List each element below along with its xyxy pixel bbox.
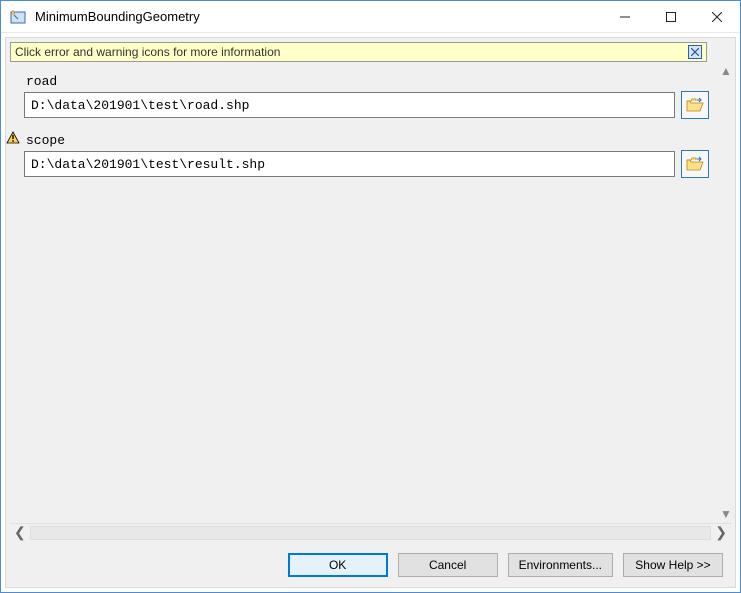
info-bar-close-button[interactable] bbox=[688, 45, 702, 59]
button-bar: OK Cancel Environments... Show Help >> bbox=[6, 545, 735, 587]
window-title: MinimumBoundingGeometry bbox=[35, 9, 602, 24]
param-label-road: road bbox=[24, 74, 709, 89]
browse-road-button[interactable] bbox=[681, 91, 709, 119]
info-bar: Click error and warning icons for more i… bbox=[10, 42, 707, 62]
ok-button[interactable]: OK bbox=[288, 553, 388, 577]
dialog-window: MinimumBoundingGeometry Click error and … bbox=[0, 0, 741, 593]
param-road: road bbox=[24, 74, 709, 119]
road-input[interactable] bbox=[24, 92, 675, 118]
info-bar-text: Click error and warning icons for more i… bbox=[15, 45, 688, 59]
param-row bbox=[24, 150, 709, 178]
titlebar: MinimumBoundingGeometry bbox=[1, 1, 740, 33]
content-area: Click error and warning icons for more i… bbox=[5, 37, 736, 588]
param-scope: scope bbox=[24, 133, 709, 178]
scroll-right-icon: ❯ bbox=[715, 524, 727, 541]
window-controls bbox=[602, 1, 740, 32]
browse-scope-button[interactable] bbox=[681, 150, 709, 178]
folder-open-icon bbox=[686, 156, 704, 172]
param-label-scope: scope bbox=[24, 133, 709, 148]
scroll-track bbox=[30, 526, 712, 540]
app-icon bbox=[9, 8, 27, 26]
scroll-left-icon: ❮ bbox=[14, 524, 26, 541]
scroll-up-icon: ▲ bbox=[720, 64, 732, 78]
close-button[interactable] bbox=[694, 1, 740, 32]
close-icon bbox=[691, 48, 699, 56]
environments-button[interactable]: Environments... bbox=[508, 553, 613, 577]
scope-input[interactable] bbox=[24, 151, 675, 177]
vertical-scrollbar[interactable]: ▲ ▼ bbox=[717, 62, 735, 523]
parameters-panel: road bbox=[6, 62, 717, 523]
minimize-button[interactable] bbox=[602, 1, 648, 32]
folder-open-icon bbox=[686, 97, 704, 113]
scroll-down-icon: ▼ bbox=[720, 507, 732, 521]
scroll-area: road bbox=[6, 62, 735, 523]
param-row bbox=[24, 91, 709, 119]
horizontal-scrollbar[interactable]: ❮ ❯ bbox=[10, 523, 731, 541]
cancel-button[interactable]: Cancel bbox=[398, 553, 498, 577]
warning-icon[interactable] bbox=[6, 131, 20, 145]
maximize-button[interactable] bbox=[648, 1, 694, 32]
show-help-button[interactable]: Show Help >> bbox=[623, 553, 723, 577]
